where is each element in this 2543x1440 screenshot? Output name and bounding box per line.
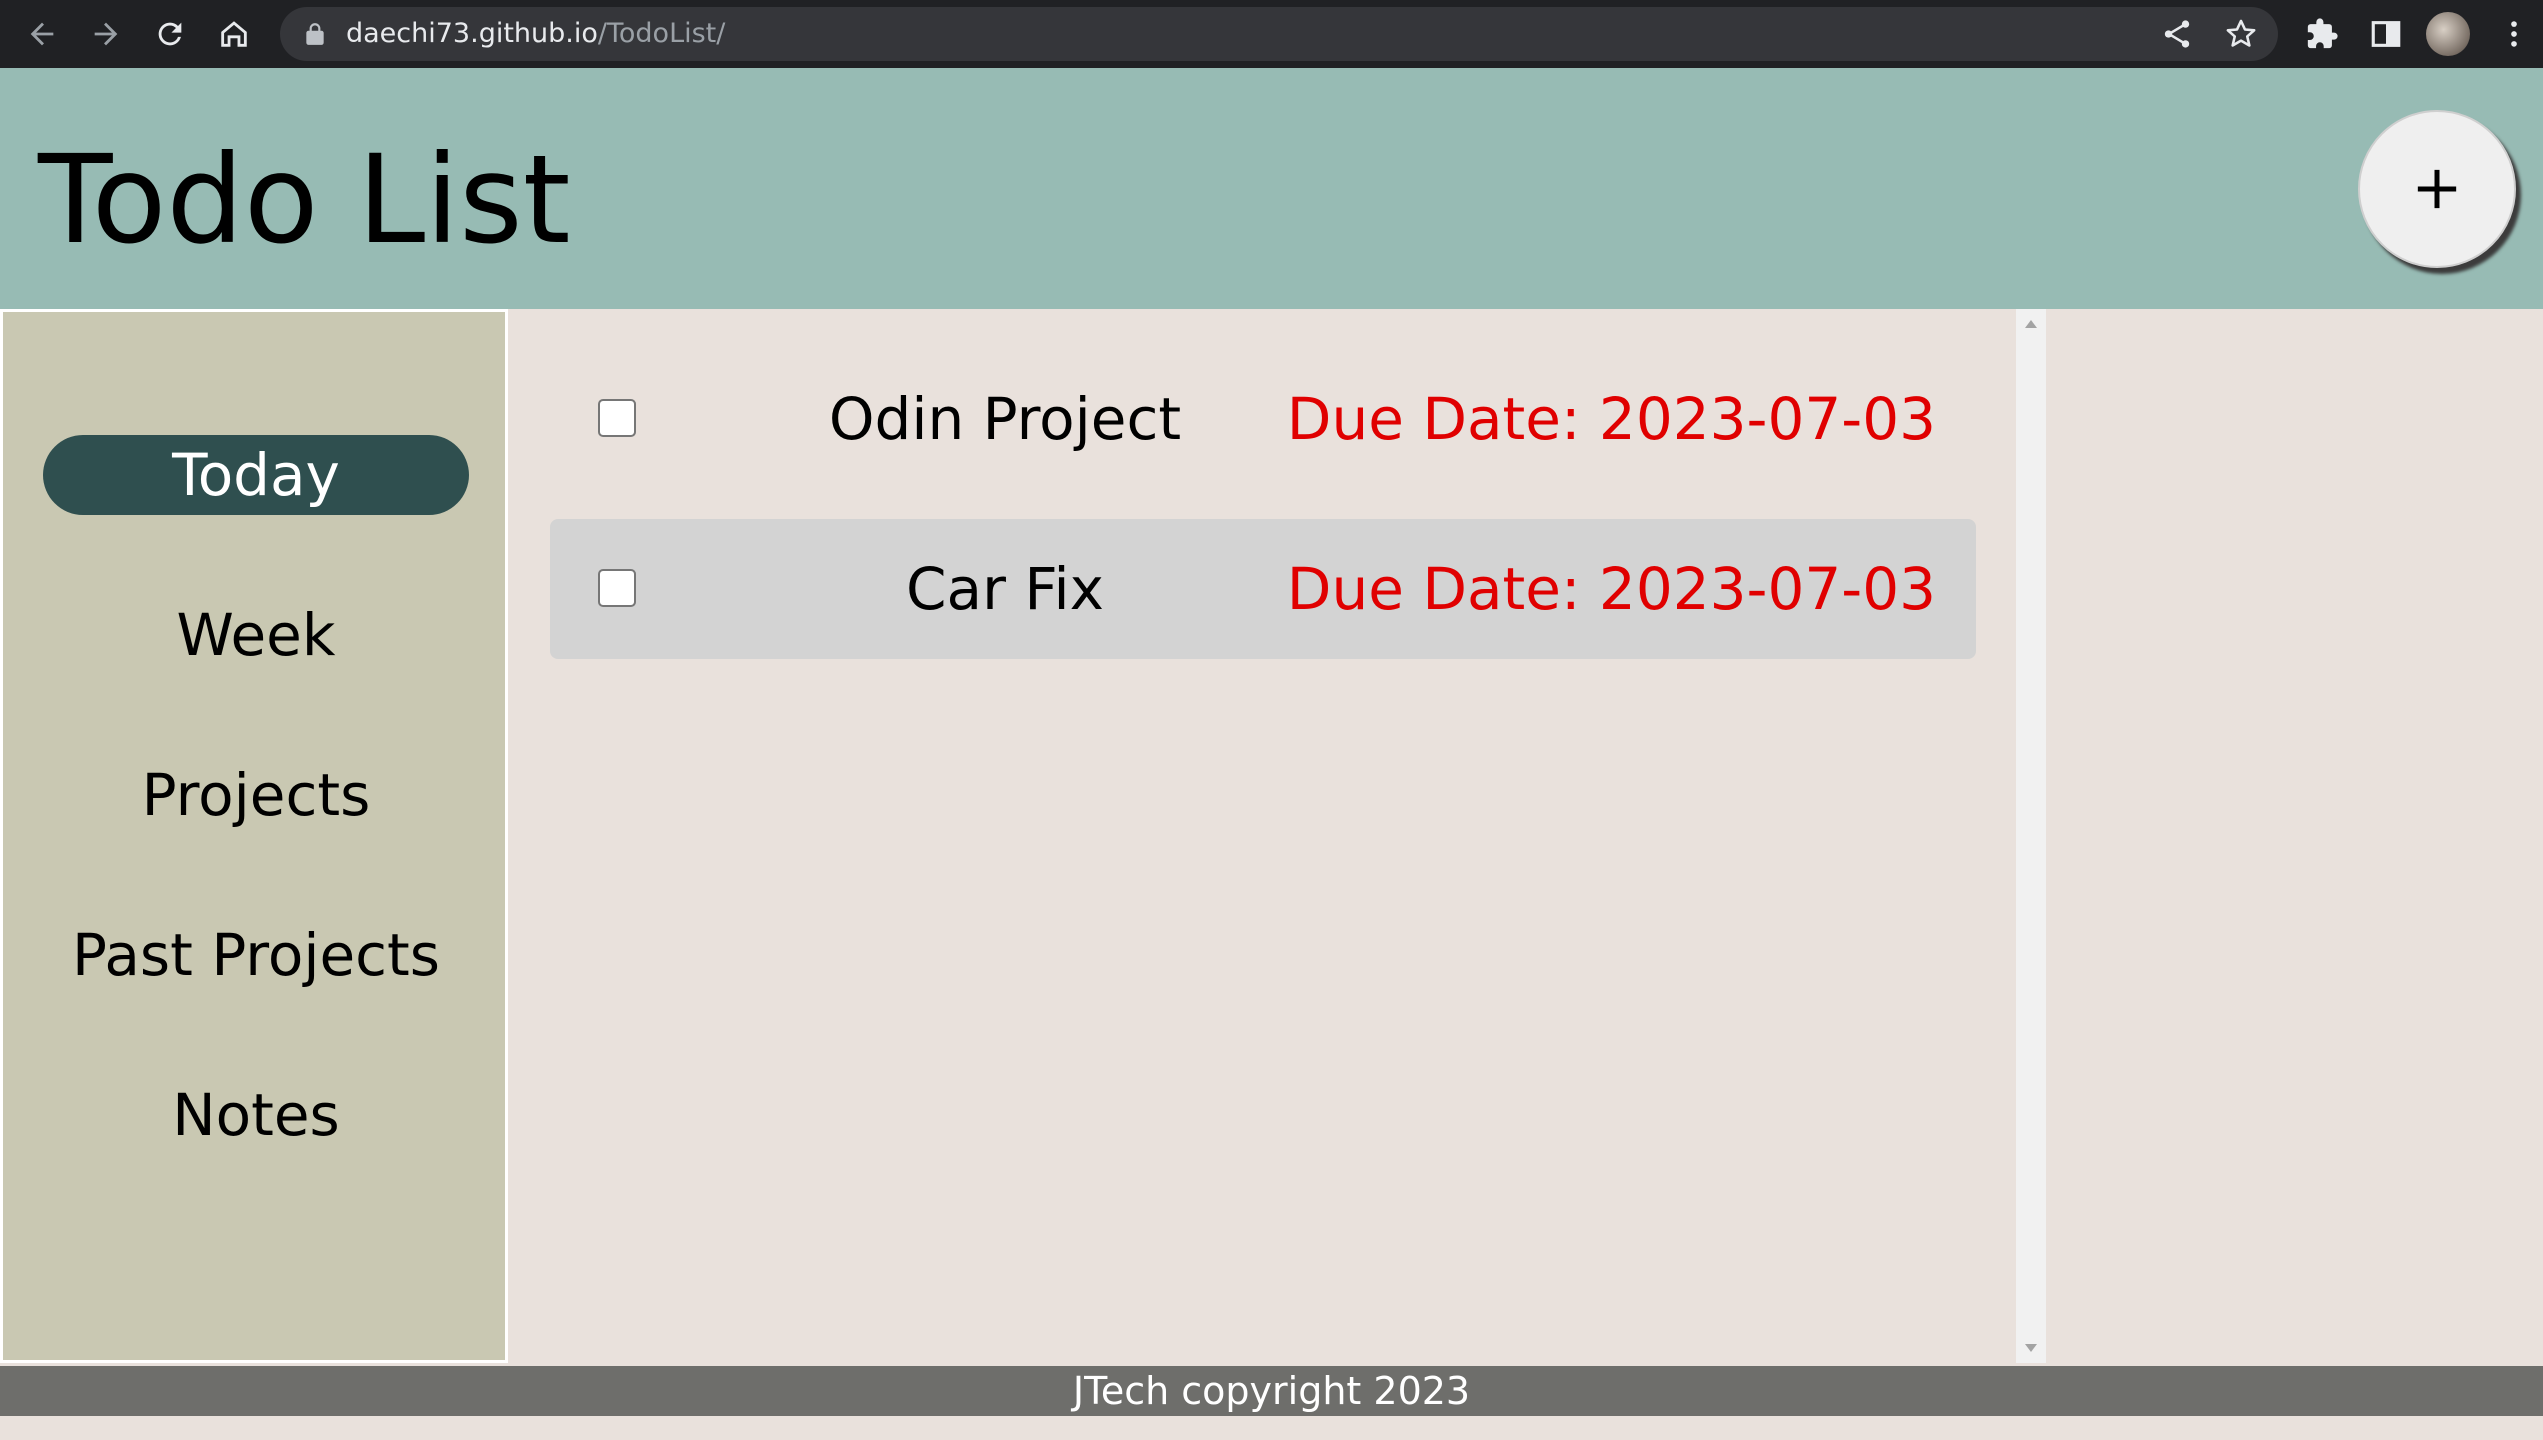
footer-copyright: JTech copyright 2023 <box>1072 1369 1471 1413</box>
scroll-down-arrow-icon[interactable] <box>2024 1343 2038 1353</box>
todo-checkbox[interactable] <box>598 569 636 607</box>
sidebar-item-projects[interactable]: Projects <box>43 755 469 835</box>
extensions-puzzle-icon[interactable] <box>2298 10 2346 58</box>
todo-item: Odin Project Due Date: 2023-07-03 <box>550 349 1976 489</box>
vertical-scrollbar[interactable] <box>2016 309 2046 1363</box>
sidebar-item-notes[interactable]: Notes <box>43 1075 469 1155</box>
url-text: daechi73.github.io/TodoList/ <box>346 19 725 49</box>
home-icon[interactable] <box>210 10 258 58</box>
todo-due-date: Due Date: 2023-07-03 <box>1286 555 1936 623</box>
share-icon[interactable] <box>2160 17 2194 51</box>
browser-toolbar: daechi73.github.io/TodoList/ <box>0 0 2543 68</box>
reload-icon[interactable] <box>146 10 194 58</box>
page-title: Todo List <box>38 129 571 271</box>
profile-avatar[interactable] <box>2426 12 2470 56</box>
todo-item: Car Fix Due Date: 2023-07-03 <box>550 519 1976 659</box>
back-arrow-icon[interactable] <box>18 10 66 58</box>
todo-list-panel: Odin Project Due Date: 2023-07-03 Car Fi… <box>508 309 2016 1363</box>
lock-icon <box>306 23 324 45</box>
forward-arrow-icon[interactable] <box>82 10 130 58</box>
sidebar-item-past-projects[interactable]: Past Projects <box>43 915 469 995</box>
todo-due-date: Due Date: 2023-07-03 <box>1286 385 1936 453</box>
todo-title: Odin Project <box>828 385 1182 453</box>
bookmark-star-icon[interactable] <box>2224 17 2258 51</box>
app-header: Todo List <box>0 68 2543 309</box>
url-path: /TodoList/ <box>597 18 726 49</box>
todo-title: Car Fix <box>906 555 1104 623</box>
sidebar-item-week[interactable]: Week <box>43 595 469 675</box>
sidebar-nav: Today Week Projects Past Projects Notes <box>0 309 508 1363</box>
page-footer: JTech copyright 2023 <box>0 1366 2543 1416</box>
url-host: daechi73.github.io <box>346 18 598 49</box>
side-panel-icon[interactable] <box>2362 10 2410 58</box>
sidebar-item-today[interactable]: Today <box>43 435 469 515</box>
scroll-up-arrow-icon[interactable] <box>2024 319 2038 329</box>
kebab-menu-icon[interactable] <box>2490 10 2538 58</box>
plus-icon <box>2417 169 2457 209</box>
todo-checkbox[interactable] <box>598 399 636 437</box>
add-todo-button[interactable] <box>2358 110 2516 268</box>
address-bar[interactable]: daechi73.github.io/TodoList/ <box>280 7 2278 61</box>
